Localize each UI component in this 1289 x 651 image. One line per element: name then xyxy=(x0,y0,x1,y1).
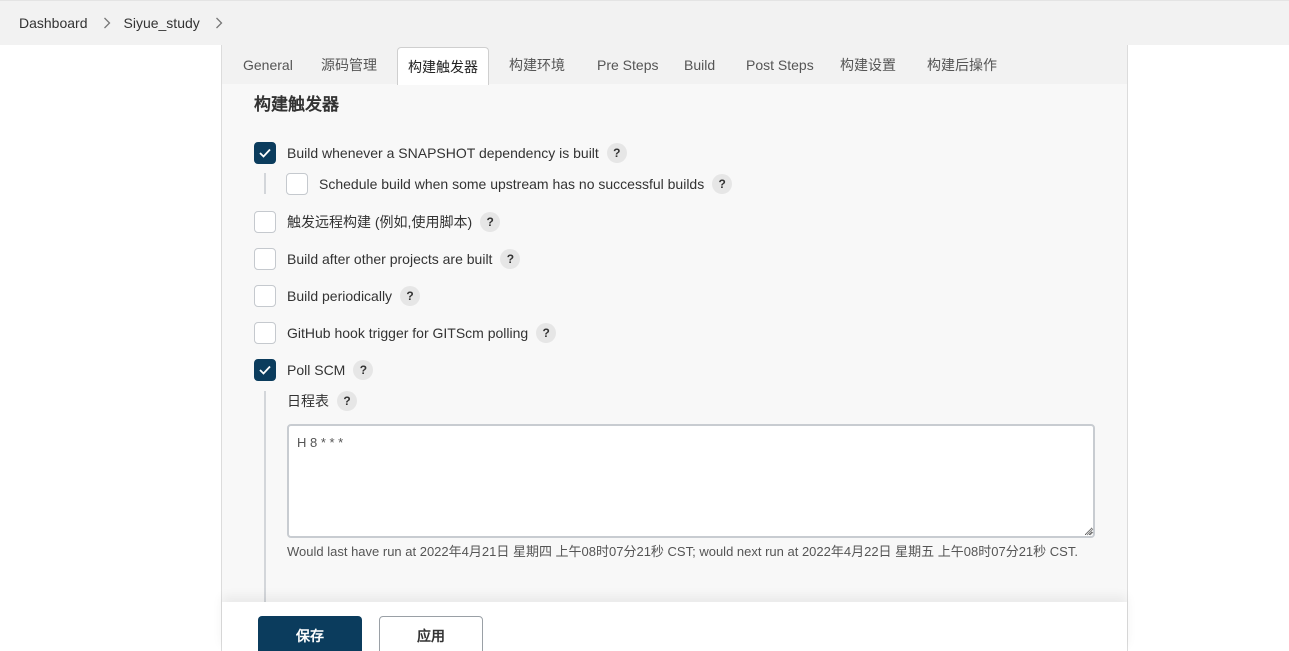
trigger-upstream-no-success[interactable]: Schedule build when some upstream has no… xyxy=(286,173,733,195)
config-panel: General 源码管理 构建触发器 构建环境 Pre Steps Build … xyxy=(221,45,1128,651)
tab-post-steps[interactable]: Post Steps xyxy=(746,45,814,84)
run-info-text: Would last have run at 2022年4月21日 星期四 上午… xyxy=(287,544,1078,559)
trigger-remote-build[interactable]: 触发远程构建 (例如,使用脚本) ? xyxy=(254,211,501,233)
poll-scm-label[interactable]: Poll SCM xyxy=(287,362,345,378)
after-other-projects-label[interactable]: Build after other projects are built xyxy=(287,251,492,267)
schedule-label: 日程表 xyxy=(287,393,329,409)
trigger-after-other-projects[interactable]: Build after other projects are built ? xyxy=(254,248,521,270)
trigger-github-hook[interactable]: GitHub hook trigger for GITScm polling ? xyxy=(254,322,557,344)
trigger-snapshot-dependency[interactable]: Build whenever a SNAPSHOT dependency is … xyxy=(254,142,627,164)
snapshot-dependency-label[interactable]: Build whenever a SNAPSHOT dependency is … xyxy=(287,145,599,161)
chevron-right-icon[interactable] xyxy=(215,17,223,29)
apply-button[interactable]: 应用 xyxy=(379,616,483,651)
tab-general[interactable]: General xyxy=(243,45,293,84)
github-hook-label[interactable]: GitHub hook trigger for GITScm polling xyxy=(287,325,528,341)
help-icon[interactable]: ? xyxy=(606,143,627,163)
remote-build-checkbox[interactable] xyxy=(254,211,276,233)
tab-build-settings[interactable]: 构建设置 xyxy=(840,45,896,84)
tab-build-triggers[interactable]: 构建触发器 xyxy=(397,47,489,85)
remote-build-label[interactable]: 触发远程构建 (例如,使用脚本) xyxy=(287,212,472,232)
poll-scm-checkbox[interactable] xyxy=(254,359,276,381)
help-icon[interactable]: ? xyxy=(500,249,521,269)
form-footer: 保存 应用 xyxy=(222,602,1127,651)
breadcrumb-dashboard-link[interactable]: Dashboard xyxy=(19,15,88,31)
help-icon[interactable]: ? xyxy=(536,323,557,343)
section-title: 构建触发器 xyxy=(254,95,339,114)
help-icon[interactable]: ? xyxy=(353,360,374,380)
upstream-no-success-checkbox[interactable] xyxy=(286,173,308,195)
save-button[interactable]: 保存 xyxy=(258,616,362,651)
nested-option-line xyxy=(264,173,266,194)
snapshot-dependency-checkbox[interactable] xyxy=(254,142,276,164)
breadcrumb-project-link[interactable]: Siyue_study xyxy=(124,15,200,31)
tab-post-build-actions[interactable]: 构建后操作 xyxy=(927,45,997,84)
trigger-build-periodically[interactable]: Build periodically ? xyxy=(254,285,421,307)
chevron-right-icon[interactable] xyxy=(103,17,111,29)
trigger-poll-scm[interactable]: Poll SCM ? xyxy=(254,359,374,381)
upstream-no-success-label[interactable]: Schedule build when some upstream has no… xyxy=(319,176,704,192)
help-icon[interactable]: ? xyxy=(337,391,357,411)
tab-build-environment[interactable]: 构建环境 xyxy=(509,45,565,84)
config-tabs: General 源码管理 构建触发器 构建环境 Pre Steps Build … xyxy=(222,45,1127,85)
tab-pre-steps[interactable]: Pre Steps xyxy=(597,45,658,84)
breadcrumb: Dashboard Siyue_study xyxy=(0,0,1289,45)
after-other-projects-checkbox[interactable] xyxy=(254,248,276,270)
help-icon[interactable]: ? xyxy=(712,174,733,194)
check-icon xyxy=(259,148,271,158)
help-icon[interactable]: ? xyxy=(480,212,501,232)
build-periodically-checkbox[interactable] xyxy=(254,285,276,307)
nested-section-line xyxy=(264,391,266,602)
help-icon[interactable]: ? xyxy=(400,286,421,306)
build-periodically-label[interactable]: Build periodically xyxy=(287,288,392,304)
tab-build[interactable]: Build xyxy=(684,45,715,84)
github-hook-checkbox[interactable] xyxy=(254,322,276,344)
schedule-field: 日程表 ? xyxy=(287,391,357,411)
resize-handle-icon[interactable] xyxy=(1084,526,1094,536)
check-icon xyxy=(259,365,271,375)
tab-source-code[interactable]: 源码管理 xyxy=(321,45,377,84)
schedule-input[interactable]: H 8 * * * xyxy=(287,424,1095,538)
